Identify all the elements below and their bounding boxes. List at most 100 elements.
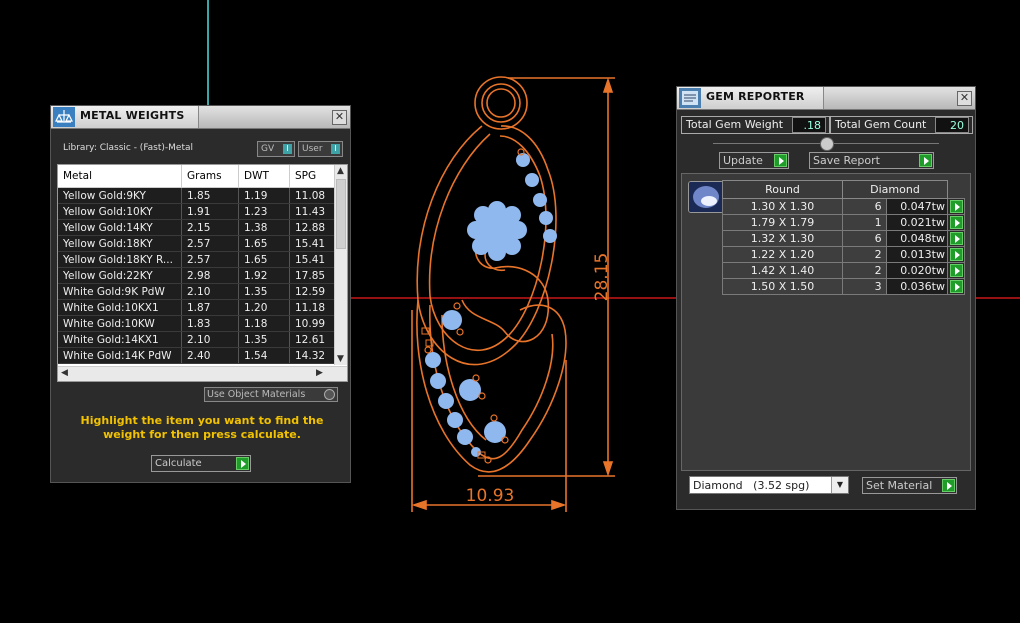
col-header-grams[interactable]: Grams [181,165,239,188]
dwt-cell: 1.65 [238,251,290,268]
table-row[interactable]: White Gold:10KW 1.83 1.18 10.99 [58,315,347,332]
horizontal-scrollbar[interactable]: ◀ ▶ [58,366,347,381]
table-row[interactable]: Yellow Gold:18KY 2.57 1.65 15.41 [58,235,347,252]
gem-reporter-title: GEM REPORTER [706,90,805,103]
gem-row[interactable]: 1.42 X 1.40 2 0.020tw [722,262,965,279]
grams-cell: 2.57 [181,235,239,252]
gem-count-cell: 2 [842,262,887,279]
gem-select-cell[interactable] [947,262,965,279]
update-button[interactable]: Update [719,152,789,169]
col-header-material: Diamond [842,180,948,199]
grams-cell: 2.57 [181,251,239,268]
gem-select-cell[interactable] [947,278,965,295]
scroll-right-icon[interactable]: ▶ [316,368,323,378]
metal-table-grid: Metal Grams DWT SPG Yellow Gold:9KY 1.85 1… [58,165,347,364]
gv-toggle[interactable]: GV I [257,141,295,157]
gem-row[interactable]: 1.32 X 1.30 6 0.048tw [722,230,965,247]
metal-table[interactable]: Metal Grams DWT SPG Yellow Gold:9KY 1.85 1… [57,164,348,382]
grams-cell: 2.10 [181,283,239,300]
total-gem-weight-value: .18 [792,117,826,133]
calculate-button[interactable]: Calculate [151,455,251,472]
gem-select-cell[interactable] [947,214,965,231]
play-icon[interactable] [949,280,963,294]
toggle-knob: I [283,144,292,154]
scroll-thumb[interactable] [336,179,346,249]
gem-size-cell: 1.42 X 1.40 [722,262,843,279]
close-button[interactable]: ✕ [957,91,972,106]
close-button[interactable]: ✕ [332,110,347,125]
total-gem-weight-field: Total Gem Weight .18 [681,116,830,134]
round-gem-icon[interactable] [688,181,724,213]
gem-row[interactable]: 1.22 X 1.20 2 0.013tw [722,246,965,263]
metal-name-cell: Yellow Gold:14KY [58,219,182,236]
gem-select-cell[interactable] [947,230,965,247]
gem-weight-cell: 0.048tw [885,230,949,247]
table-row[interactable]: White Gold:10KX1 1.87 1.20 11.18 [58,299,347,316]
gem-count-cell: 3 [842,278,887,295]
play-icon[interactable] [949,216,963,230]
gem-weight-cell: 0.021tw [885,214,949,231]
table-row[interactable]: Yellow Gold:18KY R... 2.57 1.65 15.41 [58,251,347,268]
play-icon[interactable] [949,232,963,246]
gem-report-icon [679,88,701,108]
gem-select-cell[interactable] [947,198,965,215]
metal-name-cell: Yellow Gold:22KY [58,267,182,284]
metal-name-cell: Yellow Gold:10KY [58,203,182,220]
splitter-handle[interactable] [820,137,834,151]
gem-reporter-titlebar[interactable]: GEM REPORTER ✕ [677,87,975,110]
total-gem-count-value: 20 [935,117,969,133]
scroll-left-icon[interactable]: ◀ [61,368,68,378]
prongs [424,148,525,464]
total-gem-count-label: Total Gem Count [835,118,927,131]
gem-weight-cell: 0.047tw [885,198,949,215]
gem-size-cell: 1.22 X 1.20 [722,246,843,263]
gem-row[interactable]: 1.30 X 1.30 6 0.047tw [722,198,965,215]
table-row[interactable]: White Gold:14KX1 2.10 1.35 12.61 [58,331,347,348]
grams-cell: 1.87 [181,299,239,316]
scroll-down-icon[interactable]: ▼ [337,354,344,364]
grams-cell: 2.15 [181,219,239,236]
metal-name-cell: White Gold:10KW [58,315,182,332]
play-icon[interactable] [949,264,963,278]
gem-count-cell: 1 [842,214,887,231]
user-toggle[interactable]: User I [298,141,343,157]
gem-weight-cell: 0.013tw [885,246,949,263]
metal-name-cell: White Gold:14KX1 [58,331,182,348]
save-report-button[interactable]: Save Report [809,152,934,169]
scroll-up-icon[interactable]: ▲ [337,166,344,176]
table-row[interactable]: Yellow Gold:14KY 2.15 1.38 12.88 [58,219,347,236]
gem-row[interactable]: 1.79 X 1.79 1 0.021tw [722,214,965,231]
play-icon [942,479,955,492]
use-object-materials-toggle[interactable]: Use Object Materials [204,387,338,402]
metal-weights-title: METAL WEIGHTS [80,109,185,122]
total-gem-count-field: Total Gem Count 20 [830,116,973,134]
col-header-dwt[interactable]: DWT [238,165,290,188]
table-row[interactable]: Yellow Gold:10KY 1.91 1.23 11.43 [58,203,347,220]
gem-cluster-center [467,201,527,261]
dwt-cell: 1.35 [238,331,290,348]
total-gem-weight-label: Total Gem Weight [686,118,784,131]
metal-weights-titlebar[interactable]: METAL WEIGHTS ✕ [51,106,350,129]
table-row[interactable]: Yellow Gold:9KY 1.85 1.19 11.08 [58,187,347,204]
play-icon[interactable] [949,248,963,262]
gem-size-cell: 1.50 X 1.50 [722,278,843,295]
col-header-metal[interactable]: Metal [58,165,182,188]
table-row[interactable]: White Gold:14K PdW 2.40 1.54 14.32 [58,347,347,364]
metal-weights-panel: METAL WEIGHTS ✕ Library: Classic - (Fast… [50,105,351,483]
gem-row[interactable]: 1.50 X 1.50 3 0.036tw [722,278,965,295]
set-material-button[interactable]: Set Material [862,477,957,494]
chevron-down-icon[interactable]: ▼ [831,477,848,493]
vertical-scrollbar[interactable]: ▲ ▼ [334,165,347,365]
library-label: Library: Classic - (Fast)-Metal [63,143,194,153]
play-icon[interactable] [949,200,963,214]
col-header-shape: Round [722,180,843,199]
table-row[interactable]: White Gold:9K PdW 2.10 1.35 12.59 [58,283,347,300]
gem-select-cell[interactable] [947,246,965,263]
metal-name-cell: White Gold:14K PdW [58,347,182,364]
save-report-label: Save Report [813,154,880,167]
gem-count-cell: 6 [842,230,887,247]
table-row[interactable]: Yellow Gold:22KY 2.98 1.92 17.85 [58,267,347,284]
dwt-cell: 1.92 [238,267,290,284]
material-select[interactable]: Diamond (3.52 spg) ▼ [689,476,849,494]
grams-cell: 1.83 [181,315,239,332]
